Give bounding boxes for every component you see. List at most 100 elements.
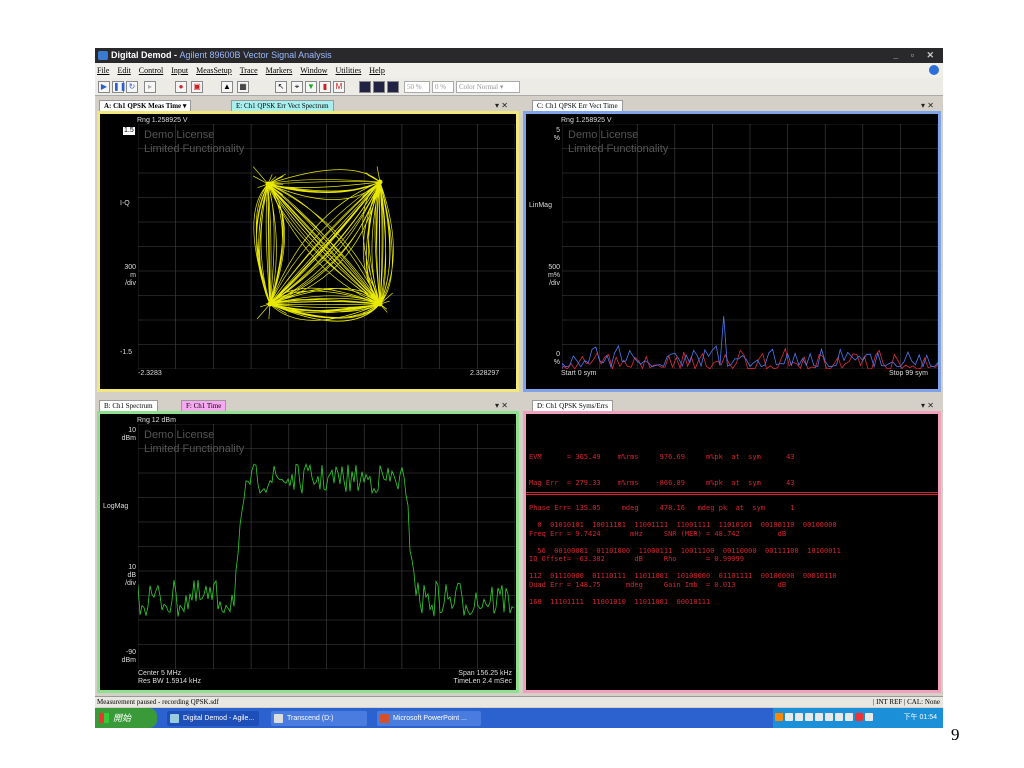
error-vector-time-plot[interactable]	[562, 124, 938, 369]
start-button[interactable]: 開始	[95, 708, 157, 728]
symbol-row: 56 00100001 01101000 11000111 10011100 0…	[529, 546, 841, 555]
panel-b-ylabel: LogMag	[103, 503, 129, 510]
spectrum-plot[interactable]	[138, 424, 515, 669]
menu-markers[interactable]: Markers	[266, 63, 293, 78]
playback-icon[interactable]: ▣	[191, 81, 203, 93]
title-bar: Digital Demod - Agilent 89600B Vector Si…	[95, 48, 943, 63]
task-transcend[interactable]: Transcend (D:)	[271, 711, 367, 726]
record-icon[interactable]: ●	[175, 81, 187, 93]
tab-b-spectrum[interactable]: B: Ch1 Spectrum	[99, 400, 158, 411]
slide-page-number: 9	[951, 725, 960, 744]
symbol-row: 0 01010101 10011101 11001111 11001111 11…	[529, 521, 837, 529]
panel-b-scale-0: 10	[128, 564, 136, 571]
symbol-row: 168 11101111 11001010 11011001 00010111	[529, 597, 711, 606]
tab-a-label: A: Ch1 QPSK Meas Time	[104, 102, 182, 110]
start-label: 開始	[113, 713, 132, 723]
panel-b-ytop-unit: dBm	[121, 435, 136, 442]
panel-b-watermark: Demo License Limited Functionality	[144, 429, 245, 455]
status-bar: Measurement paused - recording QPSK.sdf …	[95, 696, 943, 707]
tray-icon[interactable]	[835, 713, 843, 722]
menu-window[interactable]: Window	[300, 63, 327, 78]
panel-c-ylabel: LinMag	[529, 202, 552, 209]
panel-c-ybot: 0	[556, 351, 560, 358]
vsa-window: Digital Demod - Agilent 89600B Vector Si…	[95, 48, 943, 728]
panel-b-span: Span 156.25 kHz	[458, 670, 512, 677]
tray-icon[interactable]	[805, 713, 813, 722]
status-cal: CAL: None	[907, 698, 940, 706]
tray-icon[interactable]	[785, 713, 793, 722]
persistence-field[interactable]: 50 %	[404, 81, 430, 93]
color-select-value: Color Normal	[459, 83, 499, 91]
display-icon-1[interactable]	[359, 81, 371, 93]
tab-f-time[interactable]: F: Ch1 Time	[181, 400, 227, 411]
panel-b-timelen: TimeLen 2.4 mSec	[453, 678, 513, 685]
app-icon	[98, 51, 108, 60]
tray-icon[interactable]	[865, 713, 873, 722]
restart-icon[interactable]: ↻	[126, 81, 138, 93]
panel-b: Rng 12 dBm 10 dBm LogMag 10 dB/div -90 dBm …	[97, 411, 519, 693]
layout-icon[interactable]: ▦	[237, 81, 249, 93]
panel-a-scale-2: /div	[125, 280, 136, 287]
panel-c-xright: Stop 99 sym	[889, 370, 928, 377]
tab-f-label: F: Ch1 Time	[186, 402, 222, 410]
symbol-point	[377, 179, 383, 185]
tray-icon[interactable]	[845, 713, 853, 722]
menu-control[interactable]: Control	[139, 63, 163, 78]
display-icon-3[interactable]	[387, 81, 399, 93]
tray-icon[interactable]	[815, 713, 823, 722]
metric-row: EVM = 365.49 m%rms 976.69 m%pk at sym 43	[529, 453, 795, 461]
marker-peak-icon[interactable]: ⌖	[291, 81, 303, 93]
constellation-plot[interactable]	[138, 124, 515, 369]
panel-c-scale-2: /div	[549, 280, 560, 287]
play-icon[interactable]: ▶	[98, 81, 110, 93]
bar-icon[interactable]: ▮	[319, 81, 331, 93]
marker-icon[interactable]: ▲	[221, 81, 233, 93]
menu-edit[interactable]: Edit	[117, 63, 130, 78]
tab-e-err-vect-spectrum[interactable]: E: Ch1 QPSK Err Vect Spectrum	[231, 100, 334, 111]
tray-icon[interactable]	[825, 713, 833, 722]
color-select[interactable]: Color Normal ▾	[456, 81, 520, 93]
pointer-icon[interactable]: ↖	[275, 81, 287, 93]
panel-d-close-icon[interactable]: ▾ ✕	[921, 400, 934, 411]
menu-trace[interactable]: Trace	[240, 63, 258, 78]
tray-icon[interactable]	[775, 713, 783, 722]
menu-help[interactable]: Help	[369, 63, 385, 78]
step-icon[interactable]: ▸	[144, 81, 156, 93]
divider	[526, 492, 938, 495]
panel-a-close-icon[interactable]: ▾ ✕	[495, 100, 508, 111]
help-icon[interactable]	[929, 65, 939, 75]
panel-c-xleft: Start 0 sym	[561, 370, 597, 377]
menu-utilities[interactable]: Utilities	[336, 63, 362, 78]
panel-a-scale-1: m	[130, 272, 136, 279]
pause-icon[interactable]: ❚❚	[112, 81, 126, 93]
panel-b-ytop: 10	[128, 427, 136, 434]
panel-b-close-icon[interactable]: ▾ ✕	[495, 400, 508, 411]
offset-field[interactable]: 0 %	[432, 81, 454, 93]
panel-b-ybot: -90	[125, 649, 136, 656]
panel-a-ytop: 1.5	[123, 127, 135, 135]
menu-meassetup[interactable]: MeasSetup	[196, 63, 232, 78]
panel-c-close-icon[interactable]: ▾ ✕	[921, 100, 934, 111]
tray-icon[interactable]	[855, 713, 863, 722]
panel-c-scale-0: 500	[548, 264, 560, 271]
app-name: Agilent 89600B Vector Signal Analysis	[179, 50, 332, 60]
tab-d-syms-errs[interactable]: D: Ch1 QPSK Syms/Errs	[532, 400, 613, 411]
windows-flag-icon	[99, 713, 109, 723]
task-digital-demod[interactable]: Digital Demod - Agile...	[167, 711, 259, 726]
m-icon[interactable]: M	[333, 81, 345, 93]
task-powerpoint[interactable]: Microsoft PowerPoint ...	[377, 711, 481, 726]
window-controls[interactable]: _ ▫ ✕	[893, 48, 939, 63]
tray-icon[interactable]	[795, 713, 803, 722]
tab-a-meas-time[interactable]: A: Ch1 QPSK Meas Time ▾	[99, 100, 192, 111]
display-icon-2[interactable]	[373, 81, 385, 93]
metric-row: Mag Err = 279.33 m%rms -866.89 m%pk at s…	[529, 478, 795, 487]
menu-file[interactable]: File	[97, 63, 109, 78]
tab-c-err-vect-time[interactable]: C: Ch1 QPSK Err Vect Time	[532, 100, 623, 111]
panel-b-center: Center 5 MHz	[138, 670, 182, 677]
toolbar: ▶ ❚❚ ↻ ▸ ● ▣ ▲ ▦ ↖ ⌖ ▼ ▮ M 50 % 0 % Colo…	[95, 78, 943, 96]
powerpoint-task-icon	[380, 714, 389, 723]
menu-bar: File Edit Control Input MeasSetup Trace Marker…	[95, 63, 943, 78]
marker-down-icon[interactable]: ▼	[305, 81, 317, 93]
panel-a-ylabel: I-Q	[120, 200, 130, 207]
menu-input[interactable]: Input	[171, 63, 188, 78]
